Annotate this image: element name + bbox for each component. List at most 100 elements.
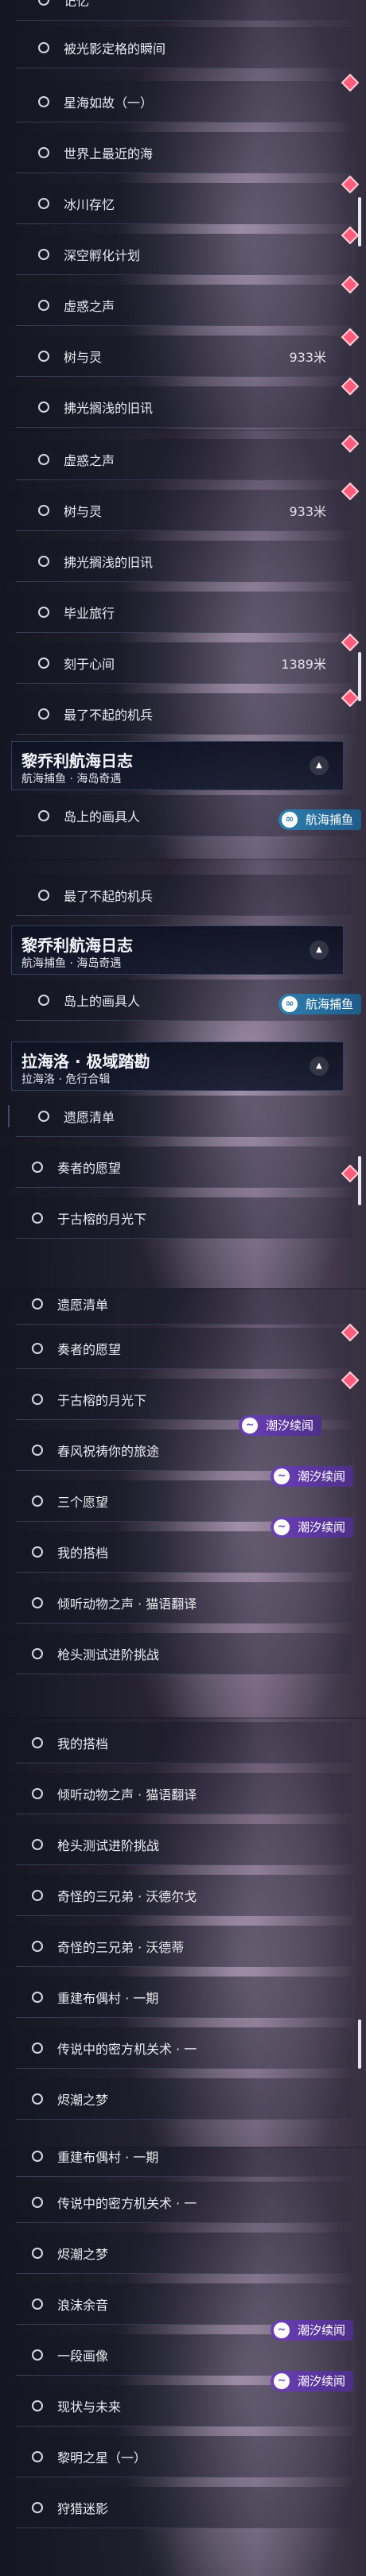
quest-item[interactable]: 星海如故（一）: [0, 81, 352, 122]
quest-distance: 1389米: [281, 657, 326, 672]
circle-bullet-icon: [38, 505, 49, 516]
quest-item[interactable]: 重建布偶村 · 一期: [0, 1977, 352, 2018]
quest-label: 重建布偶村 · 一期: [57, 2150, 159, 2165]
quest-item[interactable]: 枪头测试进阶挑战: [0, 1824, 352, 1865]
wave-icon: ~: [242, 1418, 258, 1433]
quest-label: 一段画像: [57, 2349, 109, 2364]
quest-header-hanghai[interactable]: 黎乔利航海日志 航海捕鱼 · 海岛奇遇 ▲: [11, 741, 344, 790]
quest-item[interactable]: 于古榕的月光下: [0, 1197, 352, 1239]
wave-icon: ~: [274, 2373, 290, 2389]
circle-bullet-icon: [38, 454, 49, 465]
quest-label: 我的搭档: [57, 1736, 109, 1752]
scrollbar-thumb[interactable]: [358, 197, 361, 246]
fish-icon: ∞: [281, 996, 298, 1012]
quest-item[interactable]: 记忆: [0, 0, 352, 21]
quest-header-subtitle: 航海捕鱼 · 海岛奇遇: [21, 773, 122, 786]
circle-bullet-icon: [32, 2043, 43, 2054]
circle-bullet-icon: [38, 1111, 49, 1122]
quest-item[interactable]: 于古榕的月光下: [0, 1379, 352, 1420]
quest-label: 奇怪的三兄弟 · 沃德蒂: [57, 1940, 185, 1955]
circle-bullet-icon: [38, 708, 49, 720]
quest-label: 世界上最近的海: [64, 146, 154, 161]
quest-item[interactable]: 浪沫余音: [0, 2283, 352, 2325]
scrollbar-thumb[interactable]: [358, 652, 361, 701]
quest-label: 烬潮之梦: [57, 2093, 109, 2108]
quest-label: 冰川存忆: [64, 197, 115, 212]
quest-label: 烬潮之梦: [57, 2247, 109, 2262]
quest-item[interactable]: 烬潮之梦: [0, 2078, 352, 2120]
quest-item[interactable]: 狩猎迷影: [0, 2487, 352, 2528]
circle-bullet-icon: [32, 1839, 43, 1850]
quest-label: 浪沫余音: [57, 2298, 109, 2313]
quest-label: 春风祝祷你的旅途: [57, 1444, 160, 1459]
quest-item[interactable]: 倾听动物之声 · 猫语翻译: [0, 1773, 352, 1814]
circle-bullet-icon: [38, 96, 49, 107]
quest-label: 于古榕的月光下: [57, 1393, 147, 1408]
quest-item[interactable]: 传说中的密方机关术 · 一: [0, 2027, 352, 2069]
quest-item[interactable]: 枪头测试进阶挑战: [0, 1633, 352, 1674]
tag-label: 潮汐续闻: [298, 1520, 346, 1534]
quest-item[interactable]: 奇怪的三兄弟 · 沃德尔戈: [0, 1875, 352, 1916]
circle-bullet-icon: [32, 1445, 43, 1456]
circle-bullet-icon: [38, 42, 49, 53]
quest-item[interactable]: 最了不起的机兵: [0, 693, 352, 735]
collapse-toggle-icon[interactable]: ▲: [310, 1057, 329, 1076]
quest-header-lahailuo[interactable]: 拉海洛 · 极域踏勘 拉海洛 · 危行合辑 ▲: [11, 1042, 344, 1091]
quest-label: 黎明之星（一）: [57, 2450, 147, 2465]
quest-item[interactable]: 奏者的愿望: [0, 1328, 352, 1369]
circle-bullet-icon: [38, 607, 49, 618]
quest-label: 虚惑之声: [64, 299, 115, 314]
quest-header-subtitle: 航海捕鱼 · 海岛奇遇: [21, 957, 122, 970]
quest-panel-3: 最了不起的机兵 黎乔利航海日志 航海捕鱼 · 海岛奇遇 ▲ 岛上的画具人 ∞ 航…: [0, 859, 366, 1290]
quest-item[interactable]: 拂光搁浅的旧讯: [0, 541, 352, 582]
circle-bullet-icon: [32, 2248, 43, 2259]
quest-item[interactable]: 世界上最近的海: [0, 132, 352, 173]
quest-item[interactable]: 虚惑之声: [0, 439, 352, 480]
quest-label: 毕业旅行: [64, 606, 115, 621]
quest-header-hanghai[interactable]: 黎乔利航海日志 航海捕鱼 · 海岛奇遇 ▲: [11, 925, 344, 975]
circle-bullet-icon: [38, 556, 49, 567]
tag-label: 潮汐续闻: [298, 2323, 346, 2337]
quest-item[interactable]: 冰川存忆: [0, 183, 352, 224]
quest-item[interactable]: 树与灵 933米: [0, 336, 352, 377]
quest-item[interactable]: 传说中的密方机关术 · 一: [0, 2182, 352, 2223]
quest-item[interactable]: 拂光搁浅的旧讯: [0, 386, 352, 428]
tag-chaoxi: ~ 潮汐续闻: [271, 2320, 354, 2341]
quest-item[interactable]: 重建布偶村 · 一期: [0, 2147, 352, 2177]
quest-item[interactable]: 奇怪的三兄弟 · 沃德蒂: [0, 1926, 352, 1967]
quest-item[interactable]: 遗愿清单: [0, 1096, 352, 1137]
quest-item[interactable]: 倾听动物之声 · 猫语翻译: [0, 1582, 352, 1624]
tag-label: 航海捕鱼: [305, 997, 353, 1011]
quest-item[interactable]: 我的搭档: [0, 1722, 352, 1763]
circle-bullet-icon: [32, 1737, 43, 1748]
quest-item[interactable]: 最了不起的机兵: [0, 875, 352, 916]
quest-item[interactable]: 虚惑之声: [0, 285, 352, 326]
circle-bullet-icon: [32, 1298, 43, 1309]
wave-icon: ~: [274, 1519, 290, 1535]
circle-bullet-icon: [38, 810, 49, 821]
quest-panel-1: 记忆 被光影定格的瞬间 星海如故（一） 世界上最近的海 冰川存忆 深空孵化计划 …: [0, 0, 366, 431]
quest-item[interactable]: 遗愿清单: [0, 1288, 352, 1325]
circle-bullet-icon: [38, 995, 49, 1006]
quest-label: 被光影定格的瞬间: [64, 41, 166, 56]
tag-hanghai: ∞ 航海捕鱼: [278, 809, 361, 830]
collapse-toggle-icon[interactable]: ▲: [310, 756, 329, 775]
circle-bullet-icon: [32, 2451, 43, 2462]
quest-item[interactable]: 被光影定格的瞬间: [0, 27, 352, 68]
quest-item[interactable]: 黎明之星（一）: [0, 2436, 352, 2477]
quest-item[interactable]: 奏者的愿望: [0, 1146, 352, 1188]
quest-label: 奇怪的三兄弟 · 沃德尔戈: [57, 1889, 197, 1904]
quest-item[interactable]: 树与灵 933米: [0, 490, 352, 531]
collapse-toggle-icon[interactable]: ▲: [310, 941, 329, 960]
quest-item[interactable]: 毕业旅行: [0, 592, 352, 633]
quest-item[interactable]: 烬潮之梦: [0, 2233, 352, 2274]
quest-label: 遗愿清单: [64, 1110, 115, 1125]
quest-item[interactable]: 刻于心间 1389米: [0, 642, 352, 684]
quest-panel-2: 虚惑之声 树与灵 933米 拂光搁浅的旧讯 毕业旅行 刻于心间 1389米 最了不起…: [0, 429, 366, 860]
quest-label: 最了不起的机兵: [64, 889, 154, 904]
tag-label: 潮汐续闻: [266, 1418, 314, 1433]
scrollbar-thumb[interactable]: [358, 1156, 361, 1205]
quest-label: 枪头测试进阶挑战: [57, 1838, 160, 1853]
quest-item[interactable]: 深空孵化计划: [0, 234, 352, 275]
scrollbar-thumb[interactable]: [358, 2019, 361, 2069]
